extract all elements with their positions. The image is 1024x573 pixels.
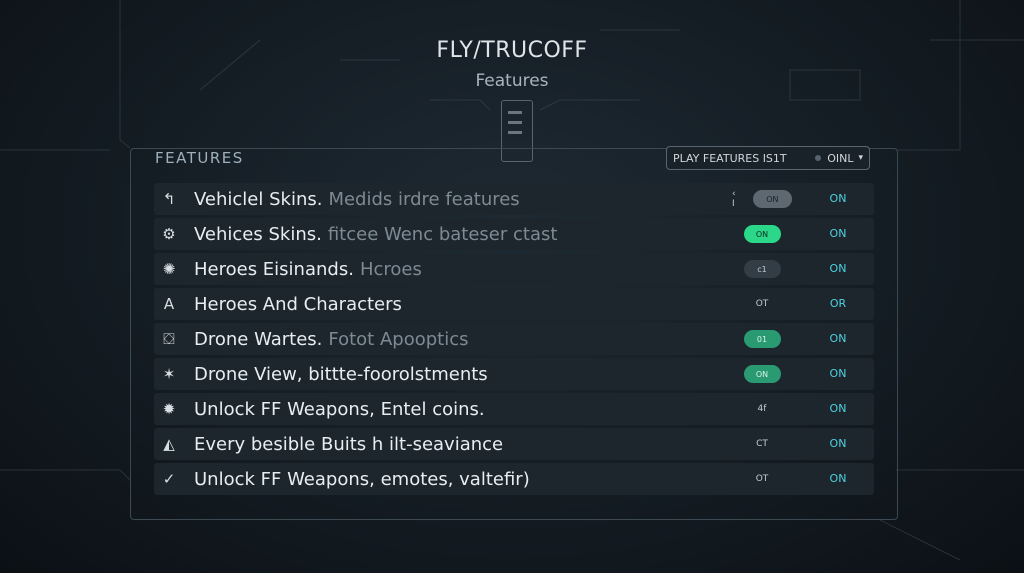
feature-state[interactable]: ON (818, 428, 858, 460)
feature-state[interactable]: ON (818, 253, 858, 285)
dropdown-label: PLAY FEATURES IS1T (673, 151, 787, 165)
hook-icon: ↰ (162, 190, 176, 208)
sun-icon: ✺ (162, 260, 176, 278)
feature-state[interactable]: OR (818, 288, 858, 320)
feature-row: ✹ Unlock FF Weapons, Entel coins. 4f ON (154, 393, 874, 425)
features-list-dropdown[interactable]: PLAY FEATURES IS1T OINL ▾ (666, 146, 870, 170)
toggle-switch[interactable]: ON (743, 225, 781, 243)
feature-toggle[interactable]: c1 (732, 253, 792, 285)
feature-label: Vehiclel Skins. (194, 188, 323, 210)
feature-label: Heroes And Characters (194, 293, 402, 315)
triangle-icon: ◭ (163, 435, 175, 453)
feature-toggle[interactable]: OT (732, 463, 792, 495)
toggle-switch[interactable]: 01 (743, 330, 781, 348)
chevron-down-icon: ▾ (858, 153, 863, 163)
feature-label: Drone Wartes. (194, 328, 323, 350)
feature-state[interactable]: ON (818, 393, 858, 425)
feature-state[interactable]: ON (818, 463, 858, 495)
toggle-switch[interactable]: c1 (743, 260, 781, 278)
toggle-switch[interactable]: CT (756, 439, 768, 449)
toggle-switch[interactable]: OT (756, 474, 769, 484)
status-dot-icon (815, 155, 822, 161)
feature-label: Every besible Buits h ilt-seaviance (194, 433, 504, 455)
feature-toggle[interactable]: 01 (732, 323, 792, 355)
feature-label: Unlock FF Weapons, Entel coins. (194, 398, 485, 420)
section-title: FEATURES (155, 149, 244, 167)
toggle-switch[interactable]: ON (743, 365, 781, 383)
feature-state[interactable]: ON (818, 323, 858, 355)
person-icon: ✶ (162, 365, 176, 383)
feature-toggle[interactable]: ON (732, 218, 792, 250)
feature-description: fitcee Wenc bateser ctast (327, 223, 558, 245)
feature-toggle[interactable]: ON (732, 358, 792, 390)
drone-icon: ⛋ (163, 330, 175, 348)
feature-toggle[interactable]: OT (732, 288, 792, 320)
toggle-switch[interactable]: 4f (758, 404, 767, 414)
feature-label: Heroes Eisinands. (194, 258, 354, 280)
feature-row: ⛋ Drone Wartes. Fotot Apooptics 01 ON (154, 323, 874, 355)
feature-description: Medids irdre features (328, 188, 520, 210)
feature-description: Fotot Apooptics (328, 328, 469, 350)
feature-state[interactable]: ON (818, 183, 858, 215)
toggle-prefix: ‹ I (732, 189, 736, 209)
feature-label: Vehices Skins. (194, 223, 322, 245)
feature-label: Unlock FF Weapons, emotes, valtefir) (194, 468, 530, 490)
feature-toggle[interactable]: CT (732, 428, 792, 460)
feature-description: Hcroes (359, 258, 422, 280)
feature-row: ⚙ Vehices Skins. fitcee Wenc bateser cta… (154, 218, 874, 250)
feature-row: ✶ Drone View, bittte-foorolstments ON ON (154, 358, 874, 390)
letter-a-icon: A (163, 295, 175, 313)
feature-toggle[interactable]: 4f (732, 393, 792, 425)
feature-row: A Heroes And Characters OT OR (154, 288, 874, 320)
virus-icon: ✹ (162, 400, 176, 418)
toggle-switch[interactable]: OT (756, 299, 769, 309)
feature-row: ✺ Heroes Eisinands. Hcroes c1 ON (154, 253, 874, 285)
dropdown-value: OINL (827, 151, 854, 165)
feature-row: ◭ Every besible Buits h ilt-seaviance CT… (154, 428, 874, 460)
feature-toggle[interactable]: ‹ I ON (732, 183, 792, 215)
check-icon: ✓ (162, 470, 176, 488)
feature-row: ✓ Unlock FF Weapons, emotes, valtefir) O… (154, 463, 874, 495)
feature-list: ↰ Vehiclel Skins. Medids irdre features … (154, 183, 874, 498)
feature-state[interactable]: ON (818, 218, 858, 250)
feature-state[interactable]: ON (818, 358, 858, 390)
feature-label: Drone View, bittte-foorolstments (194, 363, 488, 385)
gear-icon: ⚙ (162, 225, 176, 243)
app-subtitle: Features (475, 71, 549, 91)
feature-row: ↰ Vehiclel Skins. Medids irdre features … (154, 183, 874, 215)
toggle-switch[interactable]: ON (752, 190, 792, 208)
app-title: FLY/TRUCOFF (436, 38, 588, 63)
